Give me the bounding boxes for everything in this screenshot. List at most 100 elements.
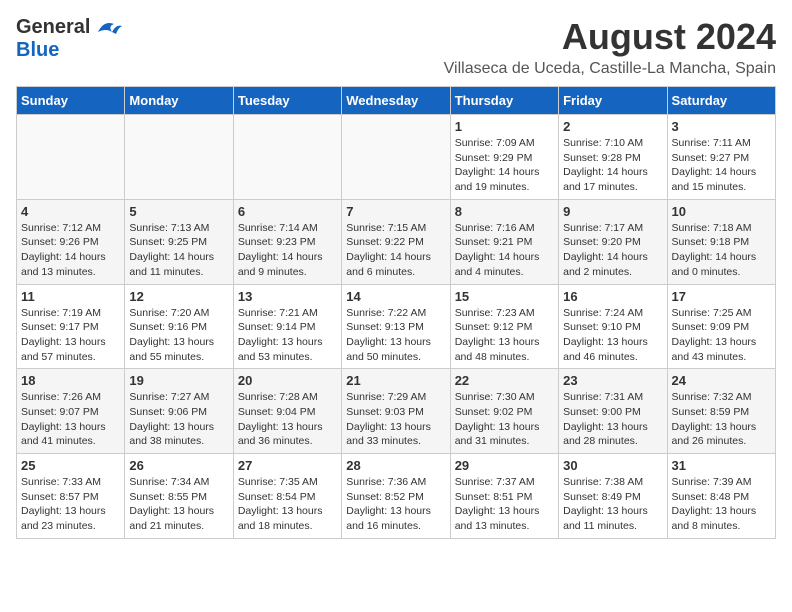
calendar-day-cell: 18 Sunrise: 7:26 AMSunset: 9:07 PMDayligh… [17,369,125,454]
calendar-day-cell: 3 Sunrise: 7:11 AMSunset: 9:27 PMDaylight… [667,115,775,200]
day-info: Sunrise: 7:16 AMSunset: 9:21 PMDaylight:… [455,221,554,280]
calendar-day-cell: 31Sunrise: 7:39 AMSunset: 8:48 PMDayligh… [667,454,775,539]
calendar-day-cell: 11Sunrise: 7:19 AMSunset: 9:17 PMDayligh… [17,284,125,369]
day-number: 26 [129,458,228,473]
calendar-day-cell: 4 Sunrise: 7:12 AMSunset: 9:26 PMDaylight… [17,199,125,284]
calendar-day-cell: 28Sunrise: 7:36 AMSunset: 8:52 PMDayligh… [342,454,450,539]
logo-general-text: General [16,16,90,39]
day-number: 5 [129,204,228,219]
day-number: 2 [563,119,662,134]
day-info: Sunrise: 7:20 AMSunset: 9:16 PMDaylight:… [129,306,228,365]
day-info: Sunrise: 7:28 AMSunset: 9:04 PMDaylight:… [238,390,337,449]
day-number: 18 [21,373,120,388]
location-title: Villaseca de Uceda, Castille-La Mancha, … [444,60,776,78]
calendar-day-cell: 23Sunrise: 7:31 AMSunset: 9:00 PMDayligh… [559,369,667,454]
day-number: 22 [455,373,554,388]
calendar-day-cell [125,115,233,200]
calendar-day-cell: 20Sunrise: 7:28 AMSunset: 9:04 PMDayligh… [233,369,341,454]
day-number: 19 [129,373,228,388]
calendar-day-cell [233,115,341,200]
calendar-day-header: Sunday [17,87,125,115]
day-number: 3 [672,119,771,134]
day-info: Sunrise: 7:19 AMSunset: 9:17 PMDaylight:… [21,306,120,365]
calendar-week-row: 4 Sunrise: 7:12 AMSunset: 9:26 PMDaylight… [17,199,776,284]
day-info: Sunrise: 7:21 AMSunset: 9:14 PMDaylight:… [238,306,337,365]
day-info: Sunrise: 7:25 AMSunset: 9:09 PMDaylight:… [672,306,771,365]
calendar-day-cell: 8 Sunrise: 7:16 AMSunset: 9:21 PMDaylight… [450,199,558,284]
day-number: 25 [21,458,120,473]
day-info: Sunrise: 7:36 AMSunset: 8:52 PMDaylight:… [346,475,445,534]
day-number: 1 [455,119,554,134]
day-info: Sunrise: 7:31 AMSunset: 9:00 PMDaylight:… [563,390,662,449]
day-number: 8 [455,204,554,219]
calendar-day-cell [17,115,125,200]
calendar-day-header: Saturday [667,87,775,115]
calendar-day-cell: 7 Sunrise: 7:15 AMSunset: 9:22 PMDaylight… [342,199,450,284]
day-info: Sunrise: 7:37 AMSunset: 8:51 PMDaylight:… [455,475,554,534]
calendar-day-header: Friday [559,87,667,115]
day-number: 24 [672,373,771,388]
calendar-day-header: Wednesday [342,87,450,115]
day-info: Sunrise: 7:32 AMSunset: 8:59 PMDaylight:… [672,390,771,449]
day-info: Sunrise: 7:33 AMSunset: 8:57 PMDaylight:… [21,475,120,534]
day-info: Sunrise: 7:38 AMSunset: 8:49 PMDaylight:… [563,475,662,534]
day-number: 7 [346,204,445,219]
calendar-day-cell: 22Sunrise: 7:30 AMSunset: 9:02 PMDayligh… [450,369,558,454]
day-info: Sunrise: 7:13 AMSunset: 9:25 PMDaylight:… [129,221,228,280]
day-number: 12 [129,289,228,304]
day-info: Sunrise: 7:11 AMSunset: 9:27 PMDaylight:… [672,136,771,195]
day-number: 27 [238,458,337,473]
logo-blue-text: Blue [16,39,59,62]
day-info: Sunrise: 7:18 AMSunset: 9:18 PMDaylight:… [672,221,771,280]
month-title: August 2024 [444,16,776,58]
calendar-day-cell: 1 Sunrise: 7:09 AMSunset: 9:29 PMDaylight… [450,115,558,200]
calendar-day-cell: 12 Sunrise: 7:20 AMSunset: 9:16 PMDayligh… [125,284,233,369]
day-number: 9 [563,204,662,219]
calendar-day-cell: 5 Sunrise: 7:13 AMSunset: 9:25 PMDaylight… [125,199,233,284]
day-info: Sunrise: 7:26 AMSunset: 9:07 PMDaylight:… [21,390,120,449]
day-info: Sunrise: 7:10 AMSunset: 9:28 PMDaylight:… [563,136,662,195]
day-number: 16 [563,289,662,304]
calendar-week-row: 1 Sunrise: 7:09 AMSunset: 9:29 PMDaylight… [17,115,776,200]
calendar-table: SundayMondayTuesdayWednesdayThursdayFrid… [16,86,776,539]
calendar-day-cell: 10 Sunrise: 7:18 AMSunset: 9:18 PMDayligh… [667,199,775,284]
day-info: Sunrise: 7:15 AMSunset: 9:22 PMDaylight:… [346,221,445,280]
day-info: Sunrise: 7:14 AMSunset: 9:23 PMDaylight:… [238,221,337,280]
calendar-day-cell: 27 Sunrise: 7:35 AMSunset: 8:54 PMDayligh… [233,454,341,539]
day-number: 17 [672,289,771,304]
day-number: 21 [346,373,445,388]
calendar-day-cell: 25 Sunrise: 7:33 AMSunset: 8:57 PMDayligh… [17,454,125,539]
calendar-day-header: Tuesday [233,87,341,115]
calendar-day-cell: 29 Sunrise: 7:37 AMSunset: 8:51 PMDayligh… [450,454,558,539]
calendar-day-cell [342,115,450,200]
day-info: Sunrise: 7:34 AMSunset: 8:55 PMDaylight:… [129,475,228,534]
calendar-day-cell: 21 Sunrise: 7:29 AMSunset: 9:03 PMDayligh… [342,369,450,454]
calendar-day-cell: 2 Sunrise: 7:10 AMSunset: 9:28 PMDaylight… [559,115,667,200]
calendar-week-row: 18 Sunrise: 7:26 AMSunset: 9:07 PMDayligh… [17,369,776,454]
day-info: Sunrise: 7:29 AMSunset: 9:03 PMDaylight:… [346,390,445,449]
title-section: August 2024 Villaseca de Uceda, Castille… [444,16,776,78]
day-info: Sunrise: 7:12 AMSunset: 9:26 PMDaylight:… [21,221,120,280]
calendar-day-cell: 15Sunrise: 7:23 AMSunset: 9:12 PMDayligh… [450,284,558,369]
day-number: 4 [21,204,120,219]
day-info: Sunrise: 7:09 AMSunset: 9:29 PMDaylight:… [455,136,554,195]
day-info: Sunrise: 7:27 AMSunset: 9:06 PMDaylight:… [129,390,228,449]
logo-bird-icon [94,18,122,38]
day-number: 10 [672,204,771,219]
day-info: Sunrise: 7:24 AMSunset: 9:10 PMDaylight:… [563,306,662,365]
page-header: General Blue August 2024 Villaseca de Uc… [16,16,776,78]
day-info: Sunrise: 7:35 AMSunset: 8:54 PMDaylight:… [238,475,337,534]
day-number: 29 [455,458,554,473]
calendar-week-row: 25 Sunrise: 7:33 AMSunset: 8:57 PMDayligh… [17,454,776,539]
day-number: 15 [455,289,554,304]
calendar-day-cell: 9Sunrise: 7:17 AMSunset: 9:20 PMDaylight… [559,199,667,284]
day-number: 14 [346,289,445,304]
calendar-day-cell: 24 Sunrise: 7:32 AMSunset: 8:59 PMDayligh… [667,369,775,454]
calendar-day-cell: 17 Sunrise: 7:25 AMSunset: 9:09 PMDayligh… [667,284,775,369]
calendar-header-row: SundayMondayTuesdayWednesdayThursdayFrid… [17,87,776,115]
day-number: 30 [563,458,662,473]
calendar-day-cell: 26 Sunrise: 7:34 AMSunset: 8:55 PMDayligh… [125,454,233,539]
calendar-week-row: 11Sunrise: 7:19 AMSunset: 9:17 PMDayligh… [17,284,776,369]
day-number: 6 [238,204,337,219]
calendar-day-cell: 6 Sunrise: 7:14 AMSunset: 9:23 PMDaylight… [233,199,341,284]
